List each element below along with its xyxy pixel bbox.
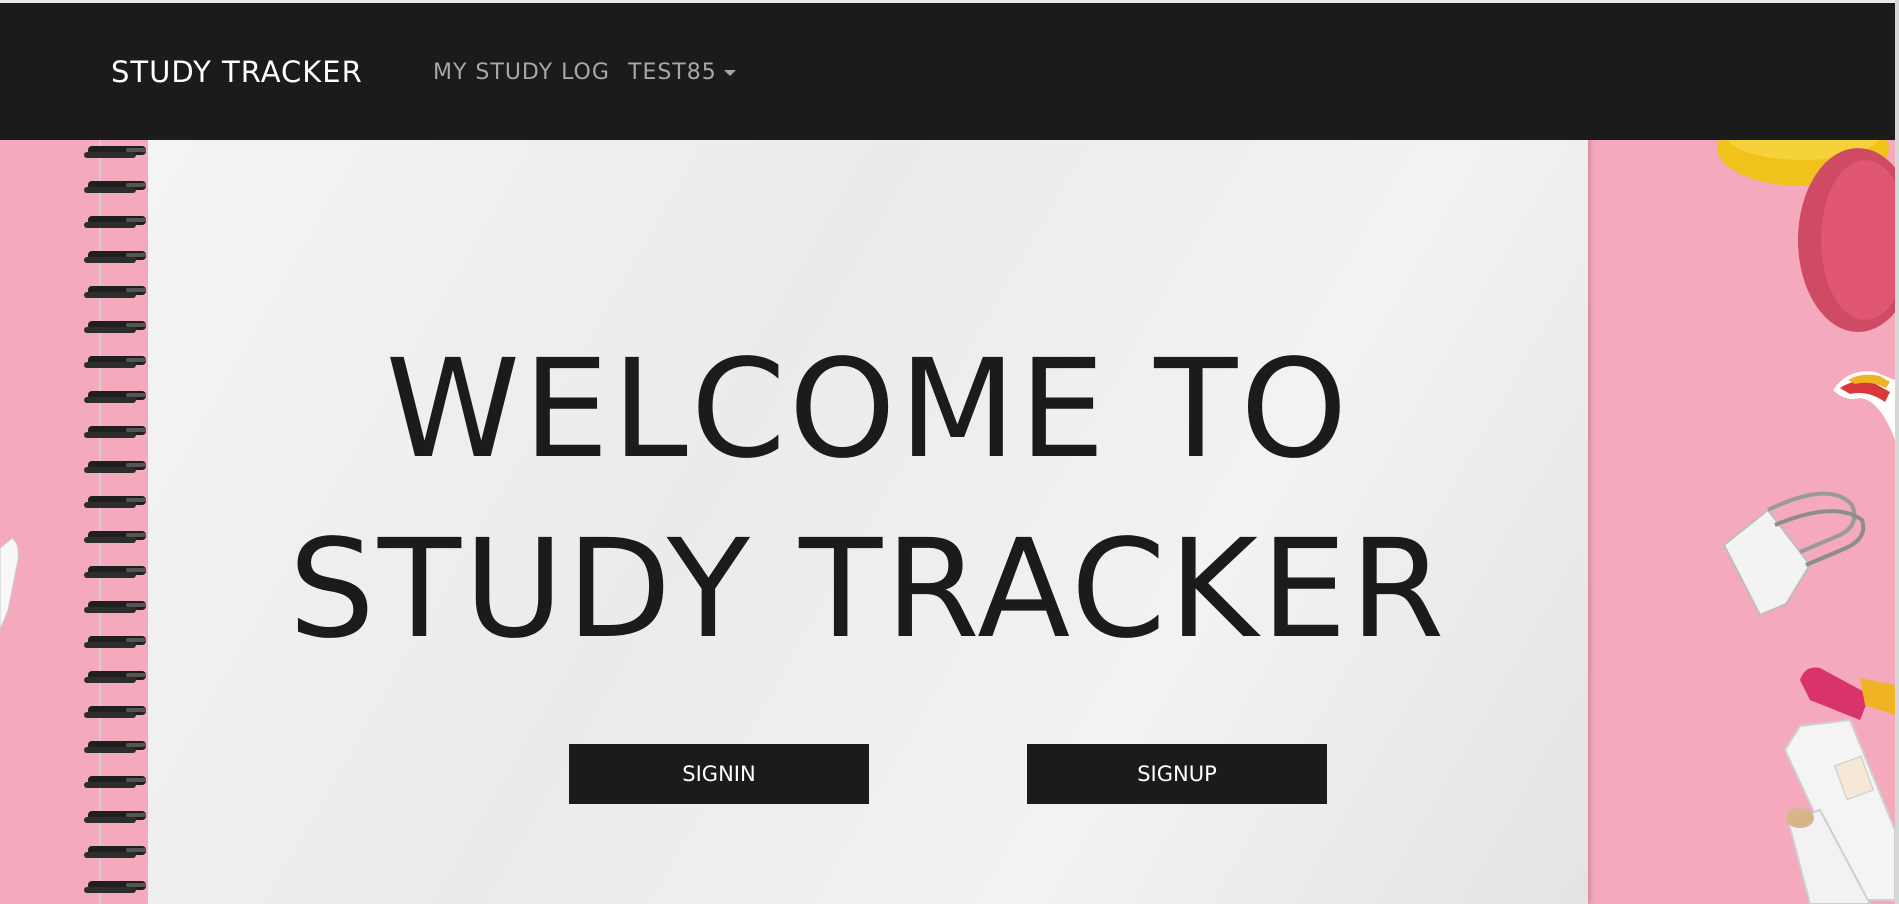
caret-down-icon xyxy=(723,70,736,76)
nav-link-my-study-log[interactable]: MY STUDY LOG xyxy=(433,60,610,85)
signin-button[interactable]: SIGNIN xyxy=(569,744,869,804)
binder-clip-decoration xyxy=(1722,491,1866,617)
hero-heading-line-1: WELCOME TO xyxy=(385,331,1351,489)
user-dropdown-label: TEST85 xyxy=(628,60,717,85)
hero-section: WELCOME TO STUDY TRACKER SIGNIN SIGNUP xyxy=(0,140,1895,904)
brand-link[interactable]: STUDY TRACKER xyxy=(111,55,363,89)
hero-heading-line-2: STUDY TRACKER xyxy=(288,511,1448,669)
user-dropdown-toggle[interactable]: TEST85 xyxy=(628,60,736,85)
hero-heading: WELCOME TO STUDY TRACKER xyxy=(148,320,1588,680)
notebook-spiral-binding xyxy=(84,140,146,904)
signup-button[interactable]: SIGNUP xyxy=(1027,744,1327,804)
window-edge xyxy=(1895,0,1899,904)
lipstick-decoration xyxy=(1783,667,1895,904)
navbar: STUDY TRACKER MY STUDY LOG TEST85 xyxy=(0,3,1895,140)
pen-decoration xyxy=(0,537,19,631)
